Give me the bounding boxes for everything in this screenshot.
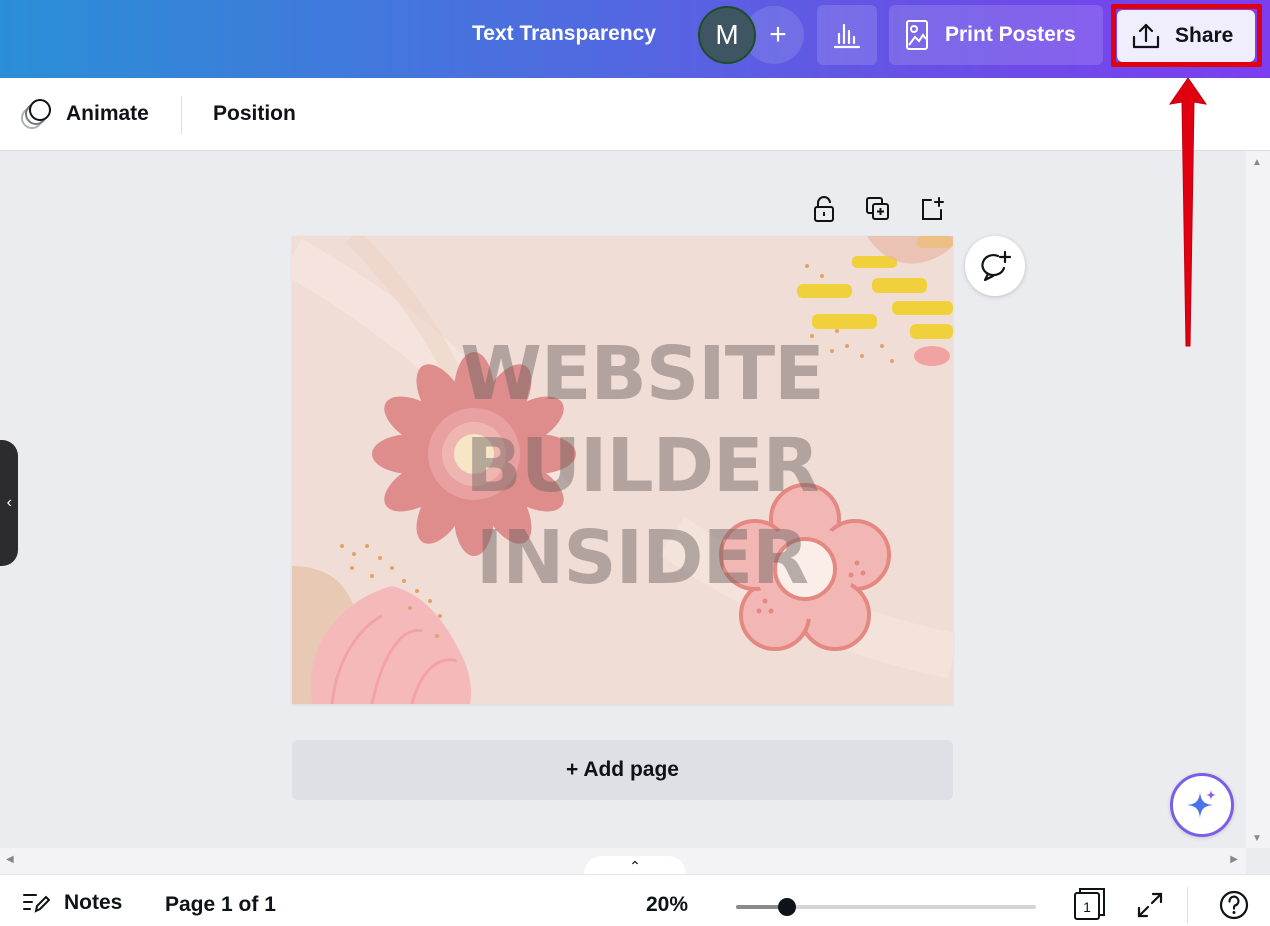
- comment-add-icon: [981, 250, 1012, 282]
- add-page-icon: [922, 197, 944, 220]
- scroll-down-icon[interactable]: ▼: [1252, 833, 1262, 844]
- page-actions: [808, 193, 948, 225]
- editor-header: Text Transparency + M Print Posters Shar…: [0, 0, 1270, 78]
- editor-footer: Notes Page 1 of 1 20% 1: [0, 874, 1270, 926]
- print-posters-button[interactable]: Print Posters: [889, 5, 1103, 65]
- animate-icon: [21, 99, 51, 129]
- animate-label: Animate: [66, 102, 149, 125]
- duplicate-icon: [866, 197, 889, 220]
- notes-label: Notes: [64, 891, 123, 914]
- scroll-left-icon[interactable]: ◀: [6, 854, 14, 865]
- page-count: Page 1 of 1: [165, 893, 276, 916]
- help-button[interactable]: [1218, 889, 1250, 926]
- help-icon: [1219, 890, 1249, 920]
- zoom-slider[interactable]: [736, 898, 1036, 916]
- zoom-slider-handle[interactable]: [778, 898, 796, 916]
- bar-chart-icon: [833, 23, 861, 49]
- share-highlight-box: [1111, 4, 1262, 67]
- add-page-icon-button[interactable]: [916, 193, 948, 225]
- lock-page-button[interactable]: [808, 193, 840, 225]
- add-comment-button[interactable]: [965, 236, 1025, 296]
- headline-line-2: BUILDER: [465, 423, 819, 509]
- insights-button[interactable]: [817, 5, 877, 65]
- position-button[interactable]: Position: [213, 102, 296, 126]
- chevron-left-icon: ‹: [6, 494, 12, 511]
- pages-badge: 1: [1083, 899, 1091, 915]
- scroll-right-icon[interactable]: ▶: [1230, 854, 1238, 865]
- sparkle-icon: [1187, 790, 1216, 818]
- poster-icon: [906, 20, 928, 50]
- side-panel-toggle[interactable]: ‹: [0, 440, 18, 566]
- toolbar-divider: [181, 96, 182, 134]
- design-page[interactable]: WEBSITE BUILDER INSIDER: [292, 236, 953, 704]
- add-page-button[interactable]: + Add page: [292, 740, 953, 800]
- animate-button[interactable]: Animate: [20, 98, 149, 130]
- chevron-up-icon: ⌃: [629, 858, 641, 874]
- scroll-up-icon[interactable]: ▲: [1252, 157, 1262, 168]
- fullscreen-button[interactable]: [1136, 891, 1164, 924]
- lock-icon: [814, 196, 834, 222]
- context-toolbar: Animate Position: [0, 78, 1270, 151]
- document-title[interactable]: Text Transparency: [472, 22, 656, 46]
- footer-divider: [1187, 887, 1188, 923]
- notes-icon: [23, 894, 50, 913]
- magic-assistant-button[interactable]: [1170, 773, 1234, 837]
- expand-icon: [1137, 892, 1163, 918]
- headline-line-1: WEBSITE: [460, 331, 824, 417]
- zoom-value[interactable]: 20%: [646, 893, 688, 917]
- pages-icon: 1: [1074, 888, 1105, 920]
- vertical-scrollbar[interactable]: ▲ ▼: [1246, 151, 1270, 848]
- annotation-arrow: [1168, 77, 1208, 347]
- avatar[interactable]: M: [698, 6, 756, 64]
- duplicate-page-button[interactable]: [862, 193, 894, 225]
- page-headline[interactable]: WEBSITE BUILDER INSIDER: [442, 328, 842, 604]
- page-grid-button[interactable]: 1: [1072, 887, 1106, 926]
- notes-button[interactable]: Notes: [22, 891, 122, 915]
- headline-line-3: INSIDER: [475, 515, 809, 601]
- print-posters-label: Print Posters: [945, 23, 1076, 46]
